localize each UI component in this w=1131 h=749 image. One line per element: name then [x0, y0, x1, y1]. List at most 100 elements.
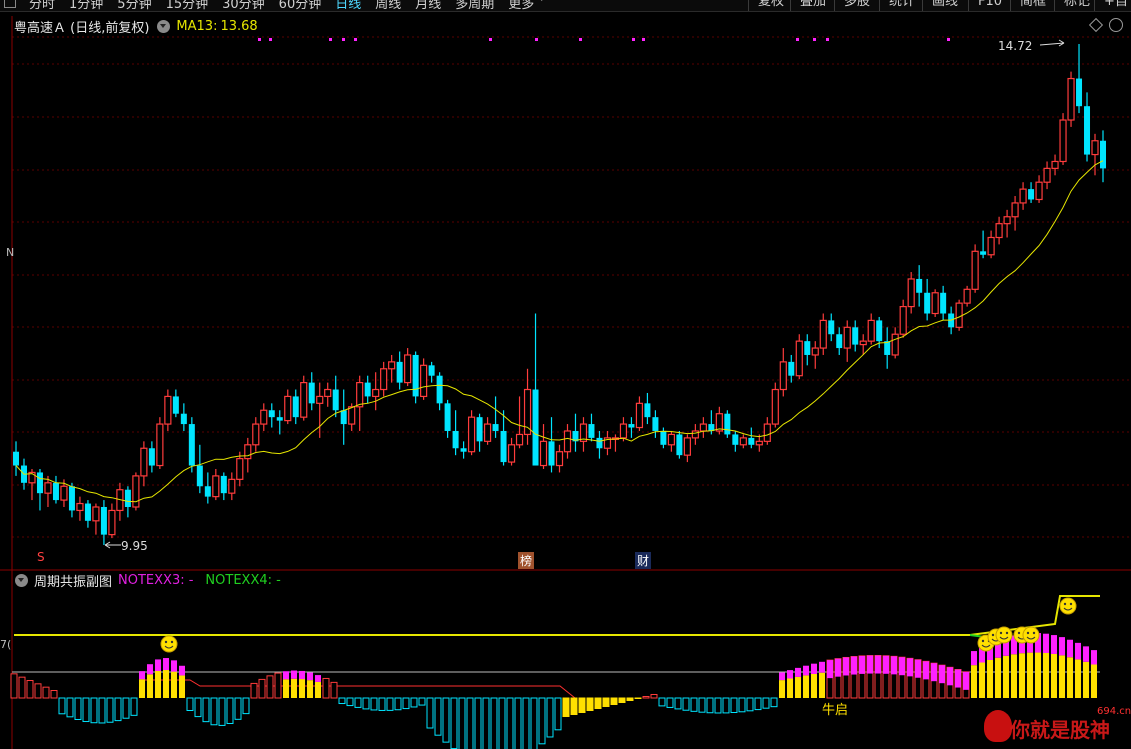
- candle: [884, 327, 891, 369]
- candle: [116, 482, 124, 521]
- indicator-bar: [66, 697, 74, 718]
- candle: [1051, 154, 1059, 176]
- ranking-marker[interactable]: 榜: [518, 552, 535, 569]
- indicator-bar: [202, 697, 210, 723]
- indicator-bar: [842, 656, 850, 699]
- signal-s-marker[interactable]: S: [37, 550, 45, 564]
- indicator-bar: [746, 697, 754, 712]
- collapse-icon[interactable]: [4, 0, 16, 8]
- indicator-bar: [546, 697, 554, 738]
- indicator-bar: [890, 655, 898, 699]
- low-price-arrow: [104, 541, 121, 549]
- candle: [100, 500, 107, 545]
- indicator-bar: [179, 665, 185, 698]
- candle: [68, 482, 75, 518]
- candle: [683, 434, 691, 463]
- candle: [779, 348, 787, 397]
- indicator-bar: [770, 697, 778, 708]
- indicator-bar: [450, 697, 458, 749]
- tab-timeframe-7[interactable]: 周线: [368, 0, 408, 11]
- candle: [196, 444, 203, 494]
- tab-timeframe-9[interactable]: 多周期: [448, 0, 501, 11]
- finance-marker[interactable]: 财: [635, 552, 652, 569]
- candle: [148, 441, 155, 473]
- candle: [500, 410, 507, 466]
- candle: [1043, 161, 1051, 190]
- candle: [523, 368, 532, 445]
- candlestick-series: [13, 44, 1106, 545]
- indicator-bar: [130, 697, 138, 716]
- indicator-bar: [570, 697, 578, 715]
- tab-timeframe-3[interactable]: 15分钟: [159, 0, 216, 11]
- indicator-bar: [898, 656, 906, 699]
- indicator-bar: [466, 697, 474, 749]
- indicator-bar: [754, 697, 762, 711]
- simple-frame-button[interactable]: 简框: [1010, 0, 1055, 11]
- f10-button[interactable]: F10: [968, 0, 1011, 11]
- add-watchlist-button[interactable]: +自选: [1094, 0, 1131, 11]
- candle: [748, 427, 755, 449]
- candle: [532, 313, 539, 466]
- tab-timeframe-2[interactable]: 5分钟: [110, 0, 158, 11]
- settings-icon[interactable]: [1109, 18, 1123, 32]
- candle: [563, 424, 572, 459]
- candle: [132, 472, 140, 511]
- kline-chart[interactable]: [0, 0, 1131, 749]
- dropdown-icon[interactable]: [15, 573, 28, 587]
- indicator-bar: [82, 697, 90, 723]
- tab-timeframe-10[interactable]: 更多 ˅: [501, 0, 552, 11]
- candle: [548, 417, 555, 473]
- candle: [252, 417, 260, 452]
- tab-timeframe-0[interactable]: 分时: [22, 0, 62, 11]
- indicator-bar: [858, 655, 866, 699]
- indicator-bar: [171, 660, 177, 698]
- indicator-bar: [410, 697, 418, 708]
- indicator-bar: [370, 697, 378, 711]
- indicator-bar: [626, 697, 634, 701]
- indicator-bar: [426, 697, 434, 729]
- indicator-bar: [210, 697, 218, 726]
- candle: [483, 417, 492, 445]
- watermark-domain: 694.cn: [1097, 706, 1131, 717]
- tab-timeframe-1[interactable]: 1分钟: [62, 0, 110, 11]
- indicator-bar: [834, 658, 842, 699]
- candle: [691, 424, 699, 445]
- draw-line-button[interactable]: 画线: [922, 0, 967, 11]
- indicator-bar: [250, 682, 258, 699]
- candle: [628, 417, 635, 438]
- note4-label: NOTEXX4: -: [205, 572, 281, 588]
- stats-button[interactable]: 统计: [879, 0, 924, 11]
- candle: [36, 468, 43, 511]
- candle: [364, 375, 371, 404]
- indicator-bar: [634, 697, 642, 699]
- indicator-bar: [930, 662, 938, 699]
- candle: [204, 472, 211, 504]
- indicator-bar: [386, 697, 394, 711]
- indicator-bar: [979, 647, 985, 698]
- indicator-bar: [490, 697, 498, 749]
- indicator-bar: [234, 697, 242, 720]
- candle: [667, 430, 675, 452]
- tab-timeframe-5[interactable]: 60分钟: [272, 0, 329, 11]
- indicator-bar: [866, 655, 874, 699]
- candle: [1084, 92, 1091, 162]
- indicator-bar: [1003, 637, 1009, 698]
- diamond-icon[interactable]: [1088, 17, 1104, 33]
- mark-button[interactable]: 标记: [1054, 0, 1099, 11]
- indicator-bar: [122, 697, 130, 719]
- multi-stock-button[interactable]: 多股: [834, 0, 879, 11]
- indicator-bar: [779, 672, 785, 698]
- tab-timeframe-4[interactable]: 30分钟: [215, 0, 272, 11]
- candle: [420, 358, 428, 400]
- indicator-bar: [42, 686, 50, 699]
- indicator-bar: [594, 697, 602, 709]
- candle: [867, 313, 875, 345]
- indicator-bar: [882, 655, 890, 699]
- candle: [1067, 71, 1075, 127]
- candle: [715, 406, 723, 435]
- dropdown-icon[interactable]: [157, 19, 171, 33]
- overlay-button[interactable]: 叠加: [790, 0, 835, 11]
- tab-timeframe-6[interactable]: 日线: [328, 0, 368, 11]
- tab-timeframe-8[interactable]: 月线: [408, 0, 448, 11]
- fuquan-button[interactable]: 复权: [748, 0, 793, 11]
